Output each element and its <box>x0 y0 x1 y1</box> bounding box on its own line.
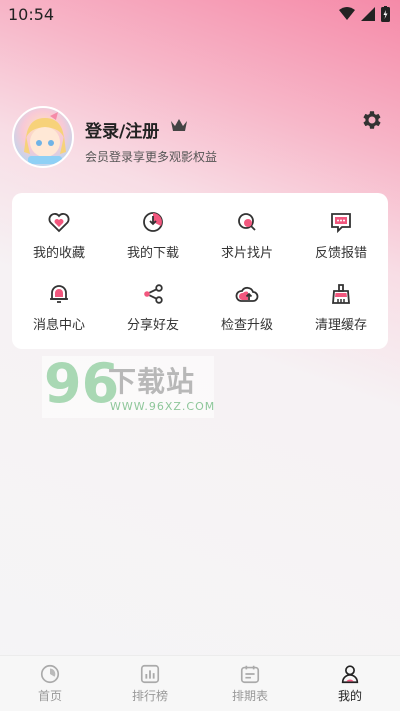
menu-item-clear-cache[interactable]: 清理缓存 <box>294 271 388 343</box>
upload-cloud-icon <box>235 286 259 302</box>
profile-header: 登录/注册 会员登录享更多观影权益 <box>12 106 388 172</box>
menu-item-downloads[interactable]: 我的下载 <box>106 199 200 271</box>
login-register-link[interactable]: 登录/注册 <box>85 117 159 142</box>
battery-icon <box>381 6 390 22</box>
wifi-icon <box>339 7 355 20</box>
bell-icon <box>50 284 68 303</box>
status-icons <box>339 6 390 22</box>
user-icon <box>341 665 359 684</box>
menu-label: 反馈报错 <box>314 245 367 261</box>
menu-label: 我的下载 <box>126 245 179 261</box>
heart-icon <box>48 212 70 232</box>
tab-mine[interactable]: 我的 <box>300 656 400 711</box>
menu-label: 消息中心 <box>32 317 85 333</box>
calendar-icon <box>240 665 260 684</box>
share-icon <box>144 283 163 304</box>
avatar[interactable] <box>12 106 74 168</box>
tab-label: 我的 <box>337 689 362 703</box>
menu-card: 我的收藏 我的下载 求片找片 反馈报错 消息中心 分享好友 检查升级 清理缓存 <box>12 193 388 349</box>
tab-label: 首页 <box>37 689 62 703</box>
tab-label: 排行榜 <box>131 689 168 703</box>
home-icon <box>40 664 60 684</box>
gear-icon[interactable] <box>360 108 384 132</box>
watermark-text: 下载站 <box>108 365 196 398</box>
tab-label: 排期表 <box>231 689 268 703</box>
download-icon <box>143 211 163 232</box>
menu-label: 检查升级 <box>220 317 273 333</box>
menu-item-favorites[interactable]: 我的收藏 <box>12 199 106 271</box>
tab-ranking[interactable]: 排行榜 <box>100 656 200 711</box>
member-subtitle: 会员登录享更多观影权益 <box>85 150 218 164</box>
crown-icon <box>171 119 187 131</box>
menu-label: 我的收藏 <box>32 245 85 261</box>
search-film-icon <box>238 212 256 231</box>
bottom-tab-bar: 首页 排行榜 排期表 我的 <box>0 655 400 711</box>
chart-icon <box>140 664 160 684</box>
tab-schedule[interactable]: 排期表 <box>200 656 300 711</box>
menu-label: 清理缓存 <box>314 317 367 333</box>
menu-item-check-update[interactable]: 检查升级 <box>200 271 294 343</box>
menu-item-share[interactable]: 分享好友 <box>106 271 200 343</box>
menu-item-messages[interactable]: 消息中心 <box>12 271 106 343</box>
menu-item-feedback[interactable]: 反馈报错 <box>294 199 388 271</box>
menu-label: 求片找片 <box>220 245 273 261</box>
status-bar: 10:54 <box>0 0 400 28</box>
feedback-icon <box>331 212 351 233</box>
broom-icon <box>332 283 350 304</box>
menu-item-request-film[interactable]: 求片找片 <box>200 199 294 271</box>
watermark-url: WWW.96XZ.COM <box>110 400 216 413</box>
status-time: 10:54 <box>8 5 55 24</box>
menu-label: 分享好友 <box>126 317 179 333</box>
watermark-logo: 96 下载站 WWW.96XZ.COM <box>42 352 216 418</box>
tab-home[interactable]: 首页 <box>0 656 100 711</box>
signal-icon <box>361 7 375 21</box>
